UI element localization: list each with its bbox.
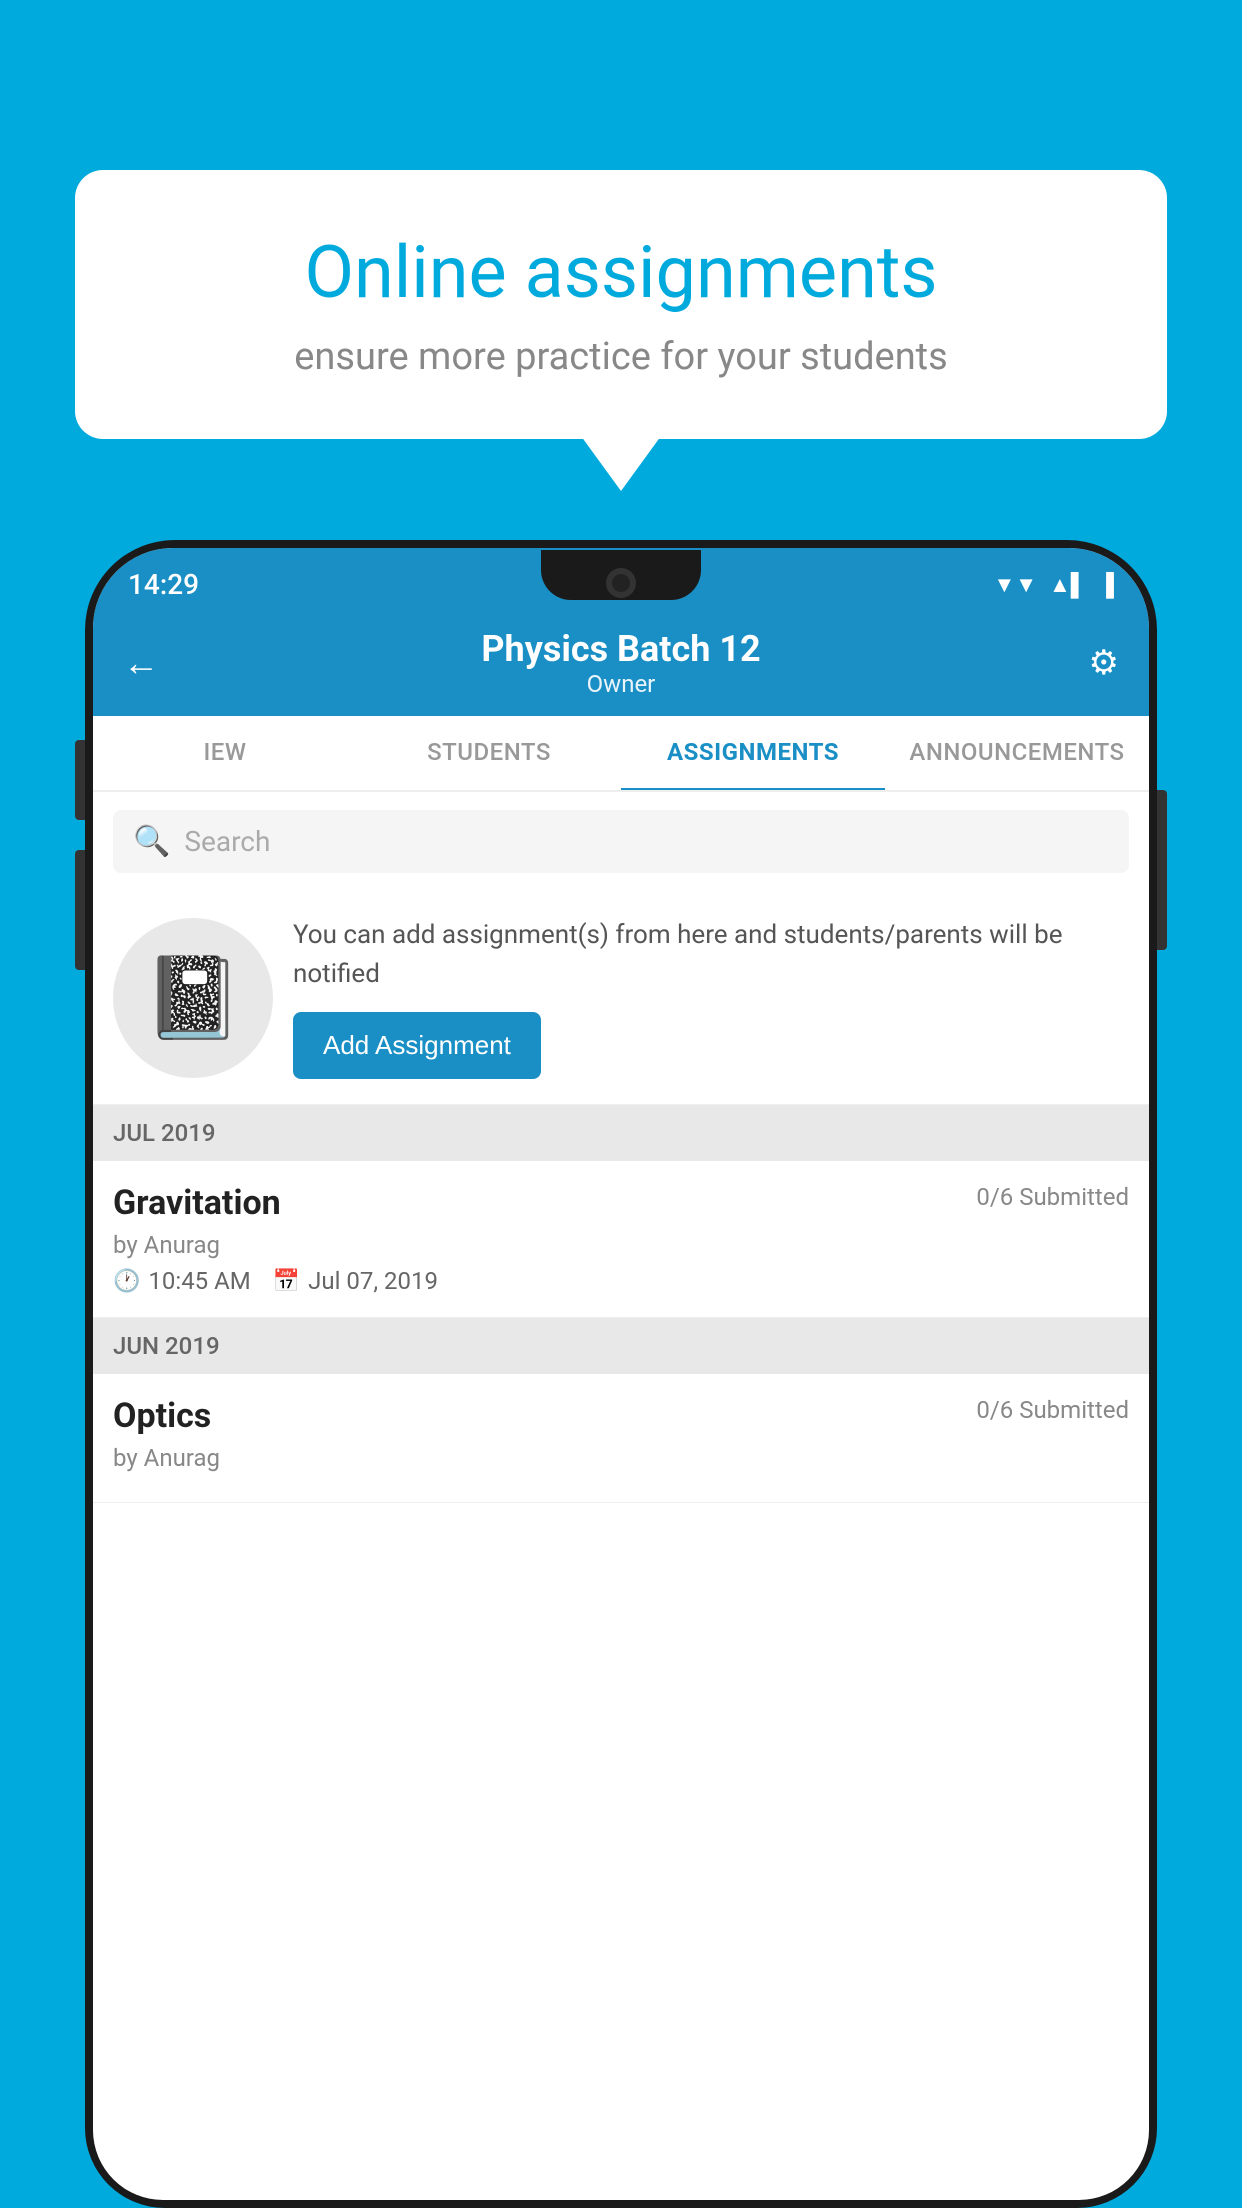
assignment-date-value: Jul 07, 2019 — [308, 1267, 438, 1295]
status-time: 14:29 — [128, 568, 199, 601]
assignment-name-optics: Optics — [113, 1396, 211, 1436]
search-container: 🔍 Search — [93, 792, 1149, 891]
section-header-jul: JUL 2019 — [93, 1105, 1149, 1161]
battery-icon: ▐ — [1098, 572, 1114, 598]
search-input[interactable]: Search — [184, 825, 270, 858]
speech-bubble: Online assignments ensure more practice … — [75, 170, 1167, 439]
header-subtitle: Owner — [481, 670, 760, 698]
phone-notch — [541, 550, 701, 600]
search-icon: 🔍 — [133, 824, 170, 859]
assignment-time-value: 10:45 AM — [148, 1267, 250, 1295]
add-assignment-button[interactable]: Add Assignment — [293, 1012, 541, 1079]
assignment-date-gravitation: 📅 Jul 07, 2019 — [273, 1267, 438, 1295]
section-header-jun: JUN 2019 — [93, 1318, 1149, 1374]
wifi-icon: ▼▼ — [993, 572, 1037, 598]
assignment-item-gravitation[interactable]: Gravitation 0/6 Submitted by Anurag 🕐 10… — [93, 1161, 1149, 1318]
phone-camera — [606, 568, 636, 598]
back-button[interactable]: ← — [123, 642, 173, 684]
assignment-by-gravitation: by Anurag — [113, 1231, 1129, 1259]
clock-icon: 🕐 — [113, 1269, 140, 1294]
assignment-item-optics[interactable]: Optics 0/6 Submitted by Anurag — [93, 1374, 1149, 1503]
tab-assignments[interactable]: ASSIGNMENTS — [621, 716, 885, 792]
tab-iew[interactable]: IEW — [93, 716, 357, 790]
tab-students[interactable]: STUDENTS — [357, 716, 621, 790]
status-icons: ▼▼ ▲▌ ▐ — [993, 572, 1114, 598]
assignment-info: You can add assignment(s) from here and … — [293, 916, 1129, 1079]
side-button-left-1 — [75, 740, 85, 820]
speech-bubble-title: Online assignments — [145, 230, 1097, 315]
add-assignment-section: 📓 You can add assignment(s) from here an… — [93, 891, 1149, 1105]
settings-button[interactable]: ⚙ — [1069, 643, 1119, 683]
assignment-time-gravitation: 🕐 10:45 AM — [113, 1267, 251, 1295]
assignment-item-header-optics: Optics 0/6 Submitted — [113, 1396, 1129, 1436]
header-center: Physics Batch 12 Owner — [481, 628, 760, 698]
search-bar[interactable]: 🔍 Search — [113, 810, 1129, 873]
header-title: Physics Batch 12 — [481, 628, 760, 670]
tabs-container: IEW STUDENTS ASSIGNMENTS ANNOUNCEMENTS — [93, 716, 1149, 792]
phone-camera-inner — [612, 574, 630, 592]
assignment-submitted-optics: 0/6 Submitted — [976, 1396, 1129, 1424]
assignment-description: You can add assignment(s) from here and … — [293, 916, 1129, 994]
calendar-icon: 📅 — [273, 1269, 300, 1294]
speech-bubble-container: Online assignments ensure more practice … — [75, 170, 1167, 439]
phone-inner: 14:29 ▼▼ ▲▌ ▐ ← Physics Batch 12 Owner ⚙… — [93, 548, 1149, 2200]
assignment-name-gravitation: Gravitation — [113, 1183, 281, 1223]
tab-announcements[interactable]: ANNOUNCEMENTS — [885, 716, 1149, 790]
app-header: ← Physics Batch 12 Owner ⚙ — [93, 613, 1149, 716]
assignment-by-optics: by Anurag — [113, 1444, 1129, 1472]
assignment-icon-circle: 📓 — [113, 918, 273, 1078]
assignment-meta-gravitation: 🕐 10:45 AM 📅 Jul 07, 2019 — [113, 1267, 1129, 1295]
phone-frame: 14:29 ▼▼ ▲▌ ▐ ← Physics Batch 12 Owner ⚙… — [85, 540, 1157, 2208]
signal-icon: ▲▌ — [1049, 572, 1086, 598]
assignment-notebook-icon: 📓 — [143, 951, 243, 1045]
side-button-right — [1157, 790, 1167, 950]
assignment-submitted-gravitation: 0/6 Submitted — [976, 1183, 1129, 1211]
speech-bubble-subtitle: ensure more practice for your students — [145, 335, 1097, 379]
phone-outer: 14:29 ▼▼ ▲▌ ▐ ← Physics Batch 12 Owner ⚙… — [85, 540, 1157, 2208]
assignment-item-header: Gravitation 0/6 Submitted — [113, 1183, 1129, 1223]
side-button-left-2 — [75, 850, 85, 970]
